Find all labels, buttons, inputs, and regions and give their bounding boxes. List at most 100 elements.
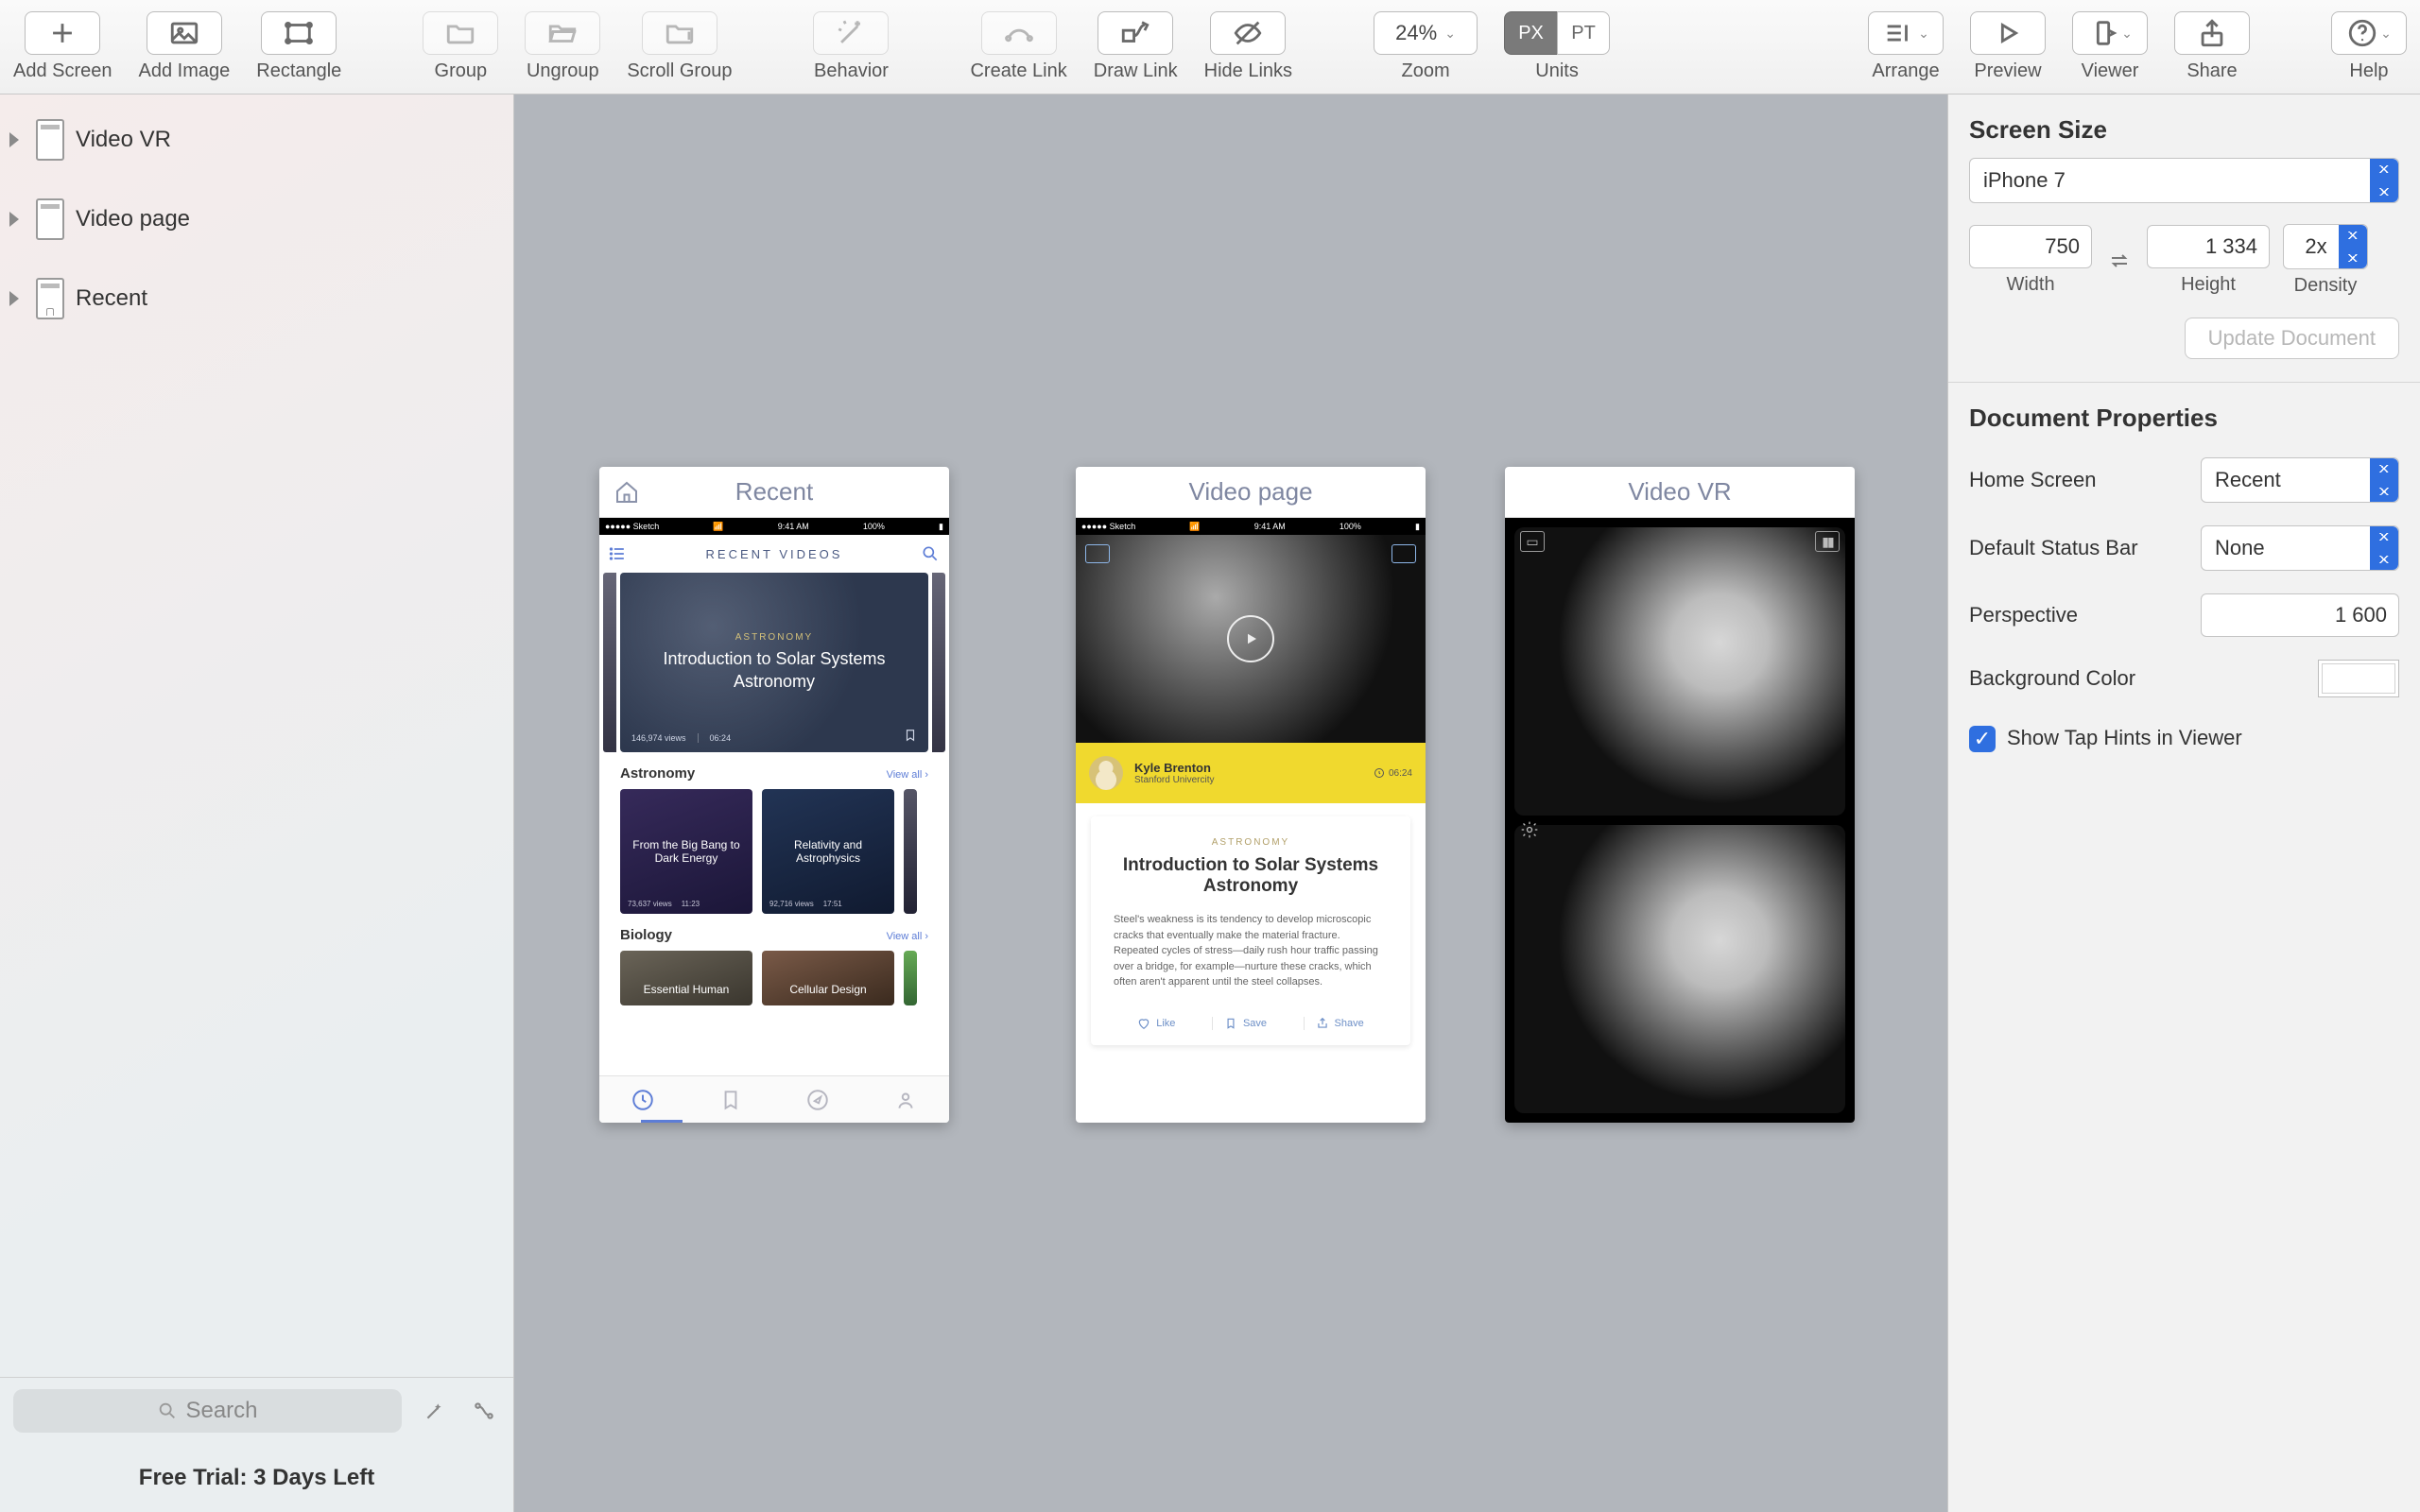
share-action: Shave	[1304, 1017, 1375, 1030]
screen-thumb-icon	[36, 278, 64, 319]
tap-hints-row[interactable]: ✓Show Tap Hints in Viewer	[1948, 709, 2420, 769]
tree-item-recent[interactable]: Recent	[0, 259, 513, 338]
ungroup-button[interactable]	[525, 11, 600, 55]
document-properties-heading: Document Properties	[1948, 383, 2420, 446]
perspective-input[interactable]: 1 600	[2201, 593, 2399, 637]
back-chip-icon	[1085, 544, 1110, 563]
help-button[interactable]: ⌄	[2331, 11, 2407, 55]
inspector: Screen Size iPhone 7 750 Width 1 334 Hei…	[1947, 94, 2420, 1512]
artboard-title: Recent	[599, 467, 949, 518]
video-duration: 06:24	[1374, 767, 1412, 779]
width-input[interactable]: 750	[1969, 225, 2092, 268]
disclosure-arrow-icon[interactable]	[9, 212, 25, 227]
screen-thumb-icon	[36, 119, 64, 161]
tree-item-video-vr[interactable]: Video VR	[0, 100, 513, 180]
update-document-button[interactable]: Update Document	[2185, 318, 2399, 359]
gear-icon	[1520, 820, 1539, 839]
search-icon	[921, 544, 940, 563]
scroll-group-button[interactable]	[642, 11, 717, 55]
behavior-button[interactable]	[813, 11, 889, 55]
heart-icon	[1137, 1017, 1150, 1030]
status-bar: ●●●●● Sketch📶 9:41 AM 100%▮	[1076, 518, 1426, 535]
preview-label: Preview	[1974, 60, 2041, 82]
home-screen-row: Home Screen Recent	[1948, 446, 2420, 514]
swap-dimensions-button[interactable]	[2105, 247, 2134, 275]
artboard-recent[interactable]: Recent ●●●●● Sketch 📶 9:41 AM 100% ▮ REC…	[599, 467, 949, 1123]
search-placeholder: Search	[185, 1398, 257, 1424]
viewer-label: Viewer	[2082, 60, 2139, 82]
tab-bar	[599, 1075, 949, 1123]
units-pt-button[interactable]: PT	[1557, 11, 1610, 55]
status-bar-row: Default Status Bar None	[1948, 514, 2420, 582]
wand-icon	[423, 1399, 447, 1423]
group-button[interactable]	[423, 11, 498, 55]
device-select[interactable]: iPhone 7	[1969, 158, 2399, 203]
share-label: Share	[2187, 60, 2237, 82]
zoom-dropdown[interactable]: 24% ⌄	[1374, 11, 1478, 55]
create-link-button[interactable]	[981, 11, 1057, 55]
add-screen-label: Add Screen	[13, 60, 112, 82]
tool-group-viewer: ⌄ Viewer	[2072, 11, 2148, 82]
plus-icon	[46, 17, 78, 49]
tool-group-ungroup: Ungroup	[525, 11, 600, 82]
scroll-group-label: Scroll Group	[627, 60, 732, 82]
vr-pause-icon: ▮▮	[1815, 531, 1840, 552]
select-stepper-icon	[2339, 225, 2367, 268]
tool-group-share: Share	[2174, 11, 2250, 82]
magic-button[interactable]	[419, 1395, 451, 1427]
artboard-video-page[interactable]: Video page ●●●●● Sketch📶 9:41 AM 100%▮ K…	[1076, 467, 1426, 1123]
height-input[interactable]: 1 334	[2147, 225, 2270, 268]
video-card-peek	[904, 789, 917, 914]
section-biology: Biology View all › Essential Human Cellu…	[599, 914, 949, 1005]
screen-header: RECENT VIDEOS	[599, 535, 949, 573]
author-university: Stanford Univercity	[1134, 775, 1214, 785]
video-card: Relativity and Astrophysics 92,716 views…	[762, 789, 894, 914]
connections-button[interactable]	[468, 1395, 500, 1427]
preview-button[interactable]	[1970, 11, 2046, 55]
background-color-row: Background Color	[1948, 648, 2420, 709]
disclosure-arrow-icon[interactable]	[9, 132, 25, 147]
units-px-button[interactable]: PX	[1504, 11, 1557, 55]
add-screen-button[interactable]	[25, 11, 100, 55]
behavior-label: Behavior	[814, 60, 889, 82]
tree-item-label: Recent	[76, 285, 147, 312]
background-color-swatch[interactable]	[2318, 660, 2399, 697]
compass-icon	[805, 1088, 830, 1112]
share-button[interactable]	[2174, 11, 2250, 55]
bookmark-icon	[904, 728, 917, 743]
density-select[interactable]: 2x	[2283, 224, 2368, 269]
home-screen-select[interactable]: Recent	[2201, 457, 2399, 503]
video-title: Introduction to Solar Systems Astronomy	[1114, 855, 1388, 897]
hide-links-button[interactable]	[1210, 11, 1286, 55]
search-input[interactable]: Search	[13, 1389, 402, 1433]
viewer-button[interactable]: ⌄	[2072, 11, 2148, 55]
checkbox-checked-icon[interactable]: ✓	[1969, 726, 1996, 752]
device-value: iPhone 7	[1983, 168, 2066, 193]
add-image-button[interactable]	[147, 11, 222, 55]
arrange-button[interactable]: ⌄	[1868, 11, 1944, 55]
tool-group-group: Group	[423, 11, 498, 82]
folder-scroll-icon	[664, 17, 696, 49]
select-stepper-icon	[2370, 526, 2398, 570]
folder-icon	[444, 17, 476, 49]
help-icon	[2346, 17, 2378, 49]
author-name: Kyle Brenton	[1134, 761, 1214, 775]
height-label: Height	[2181, 274, 2236, 296]
share-icon	[1316, 1017, 1329, 1030]
search-icon	[157, 1400, 178, 1421]
canvas[interactable]: Recent ●●●●● Sketch 📶 9:41 AM 100% ▮ REC…	[514, 94, 1947, 1512]
artboard-video-vr[interactable]: Video VR ▭ ▮▮	[1505, 467, 1855, 1123]
width-label: Width	[2006, 274, 2054, 296]
hero-title: Introduction to Solar Systems Astronomy	[639, 648, 909, 693]
tool-group-add-screen: Add Screen	[13, 11, 112, 82]
status-bar-select[interactable]: None	[2201, 525, 2399, 571]
disclosure-arrow-icon[interactable]	[9, 291, 25, 306]
tool-group-add-image: Add Image	[139, 11, 231, 82]
author-bar: Kyle Brenton Stanford Univercity 06:24	[1076, 743, 1426, 803]
hero-meta: 146,974 views 06:24	[631, 733, 731, 743]
tree-item-video-page[interactable]: Video page	[0, 180, 513, 259]
rectangle-icon	[283, 17, 315, 49]
rectangle-button[interactable]	[261, 11, 337, 55]
tool-group-behavior: Behavior	[813, 11, 889, 82]
draw-link-button[interactable]	[1098, 11, 1173, 55]
